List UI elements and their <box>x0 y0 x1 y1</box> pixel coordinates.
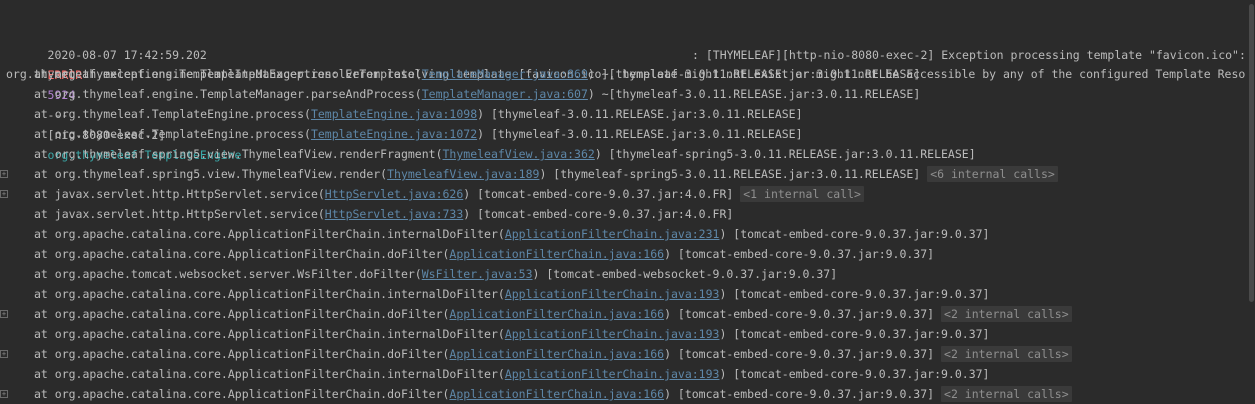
scrollbar-thumb[interactable] <box>1249 4 1254 302</box>
log-message: : [THYMELEAF][http-nio-8080-exec-2] Exce… <box>692 48 1253 62</box>
frame-suffix: ) [thymeleaf-spring5-3.0.11.RELEASE.jar:… <box>539 167 921 181</box>
frame-suffix: ) [thymeleaf-3.0.11.RELEASE.jar:3.0.11.R… <box>477 107 803 121</box>
frame-method: at javax.servlet.http.HttpServlet.servic… <box>34 187 325 201</box>
internal-calls-badge[interactable]: <2 internal calls> <box>941 306 1072 322</box>
frame-source-link[interactable]: ThymeleafView.java:189 <box>387 167 539 181</box>
frame-suffix: ) [tomcat-embed-core-9.0.37.jar:4.0.FR] <box>463 187 734 201</box>
frame-suffix: ) [tomcat-embed-core-9.0.37.jar:9.0.37] <box>719 287 990 301</box>
frame-method: at org.apache.catalina.core.ApplicationF… <box>34 227 505 241</box>
frame-method: at org.apache.catalina.core.ApplicationF… <box>34 367 505 381</box>
frame-source-link[interactable]: ApplicationFilterChain.java:193 <box>505 367 720 381</box>
frame-method: at org.thymeleaf.spring5.view.ThymeleafV… <box>34 167 388 181</box>
fold-expand-icon[interactable]: + <box>0 390 8 398</box>
frame-source-link[interactable]: ApplicationFilterChain.java:231 <box>505 227 720 241</box>
frame-source-link[interactable]: ApplicationFilterChain.java:166 <box>449 387 664 401</box>
frame-source-link[interactable]: ApplicationFilterChain.java:193 <box>505 287 720 301</box>
frame-source-link[interactable]: WsFilter.java:53 <box>422 267 533 281</box>
frame-suffix: ) [thymeleaf-spring5-3.0.11.RELEASE.jar:… <box>594 147 976 161</box>
frame-method: at org.thymeleaf.TemplateEngine.process( <box>34 107 311 121</box>
frame-suffix: ) [tomcat-embed-core-9.0.37.jar:9.0.37] <box>719 327 990 341</box>
stack-frame-text: at javax.servlet.http.HttpServlet.servic… <box>34 184 864 204</box>
frame-source-link[interactable]: ApplicationFilterChain.java:166 <box>449 347 664 361</box>
stack-frame-text: at org.apache.catalina.core.ApplicationF… <box>34 304 1072 324</box>
stack-frame-text: at org.apache.catalina.core.ApplicationF… <box>34 224 989 244</box>
frame-suffix: ) [tomcat-embed-core-9.0.37.jar:9.0.37] <box>664 347 935 361</box>
frame-source-link[interactable]: ApplicationFilterChain.java:193 <box>505 327 720 341</box>
fold-expand-icon[interactable]: + <box>0 350 8 358</box>
frame-method: at org.apache.catalina.core.ApplicationF… <box>34 247 450 261</box>
internal-calls-badge[interactable]: <2 internal calls> <box>941 346 1072 362</box>
frame-source-link[interactable]: ApplicationFilterChain.java:166 <box>449 307 664 321</box>
frame-source-link[interactable]: TemplateManager.java:607 <box>422 87 588 101</box>
stack-frame-text: at org.thymeleaf.TemplateEngine.process(… <box>34 124 803 144</box>
stack-frame-text: at javax.servlet.http.HttpServlet.servic… <box>34 204 733 224</box>
log-header-line: 2020-08-07 17:42:59.202 ERROR 5924 --- [… <box>0 5 1246 162</box>
frame-source-link[interactable]: TemplateManager.java:869 <box>422 67 588 81</box>
frame-method: at org.thymeleaf.TemplateEngine.process( <box>34 127 311 141</box>
stack-frame-text: at org.apache.catalina.core.ApplicationF… <box>34 344 1072 364</box>
frame-source-link[interactable]: HttpServlet.java:626 <box>325 187 463 201</box>
frame-suffix: ) [tomcat-embed-core-9.0.37.jar:9.0.37] <box>664 387 935 401</box>
frame-suffix: ) [tomcat-embed-core-9.0.37.jar:4.0.FR] <box>463 207 734 221</box>
frame-source-link[interactable]: ApplicationFilterChain.java:166 <box>449 247 664 261</box>
frame-method: at org.apache.catalina.core.ApplicationF… <box>34 327 505 341</box>
stack-frame-text: at org.thymeleaf.spring5.view.ThymeleafV… <box>34 164 1058 184</box>
log-timestamp: 2020-08-07 17:42:59.202 <box>47 48 207 62</box>
frame-method: at org.thymeleaf.engine.TemplateManager.… <box>34 67 422 81</box>
vertical-scrollbar[interactable] <box>1247 0 1255 404</box>
stack-frame-text: at org.thymeleaf.spring5.view.ThymeleafV… <box>34 144 976 164</box>
frame-method: at org.apache.catalina.core.ApplicationF… <box>34 307 450 321</box>
stack-frame-text: at org.apache.catalina.core.ApplicationF… <box>34 364 989 384</box>
frame-method: at org.apache.catalina.core.ApplicationF… <box>34 287 505 301</box>
frame-suffix: ) [tomcat-embed-websocket-9.0.37.jar:9.0… <box>532 267 838 281</box>
internal-calls-badge[interactable]: <1 internal call> <box>740 186 864 202</box>
stack-frame-text: at org.apache.catalina.core.ApplicationF… <box>34 384 1072 404</box>
frame-source-link[interactable]: ThymeleafView.java:362 <box>443 147 595 161</box>
exception-line: org.thymeleaf.exceptions.TemplateInputEx… <box>0 44 1245 81</box>
frame-source-link[interactable]: HttpServlet.java:733 <box>325 207 463 221</box>
frame-method: at org.thymeleaf.engine.TemplateManager.… <box>34 87 422 101</box>
frame-suffix: ) ~[thymeleaf-3.0.11.RELEASE.jar:3.0.11.… <box>587 87 921 101</box>
stack-frame-text: at org.thymeleaf.engine.TemplateManager.… <box>34 84 920 104</box>
stack-frame-text: at org.apache.catalina.core.ApplicationF… <box>34 284 989 304</box>
frame-suffix: ) ~[thymeleaf-3.0.11.RELEASE.jar:3.0.11.… <box>587 67 921 81</box>
frame-suffix: ) [tomcat-embed-core-9.0.37.jar:9.0.37] <box>719 367 990 381</box>
frame-method: at org.thymeleaf.spring5.view.ThymeleafV… <box>34 147 443 161</box>
internal-calls-badge[interactable]: <6 internal calls> <box>927 166 1058 182</box>
frame-method: at org.apache.tomcat.websocket.server.Ws… <box>34 267 422 281</box>
stack-frame-text: at org.thymeleaf.TemplateEngine.process(… <box>34 104 803 124</box>
stack-frame-text: at org.apache.tomcat.websocket.server.Ws… <box>34 264 837 284</box>
stack-frame-text: at org.thymeleaf.engine.TemplateManager.… <box>34 64 920 84</box>
frame-source-link[interactable]: TemplateEngine.java:1098 <box>311 107 477 121</box>
frame-suffix: ) [tomcat-embed-core-9.0.37.jar:9.0.37] <box>664 247 935 261</box>
frame-suffix: ) [thymeleaf-3.0.11.RELEASE.jar:3.0.11.R… <box>477 127 803 141</box>
frame-method: at org.apache.catalina.core.ApplicationF… <box>34 387 450 401</box>
stack-frame-text: at org.apache.catalina.core.ApplicationF… <box>34 244 934 264</box>
frame-method: at javax.servlet.http.HttpServlet.servic… <box>34 207 325 221</box>
frame-suffix: ) [tomcat-embed-core-9.0.37.jar:9.0.37] <box>719 227 990 241</box>
frame-source-link[interactable]: TemplateEngine.java:1072 <box>311 127 477 141</box>
fold-expand-icon[interactable]: + <box>0 310 8 318</box>
fold-expand-icon[interactable]: + <box>0 170 8 178</box>
frame-suffix: ) [tomcat-embed-core-9.0.37.jar:9.0.37] <box>664 307 935 321</box>
fold-expand-icon[interactable]: + <box>0 190 8 198</box>
frame-method: at org.apache.catalina.core.ApplicationF… <box>34 347 450 361</box>
stack-frame-text: at org.apache.catalina.core.ApplicationF… <box>34 324 989 344</box>
internal-calls-badge[interactable]: <2 internal calls> <box>941 386 1072 402</box>
console-output: 2020-08-07 17:42:59.202 ERROR 5924 --- [… <box>0 0 1255 404</box>
